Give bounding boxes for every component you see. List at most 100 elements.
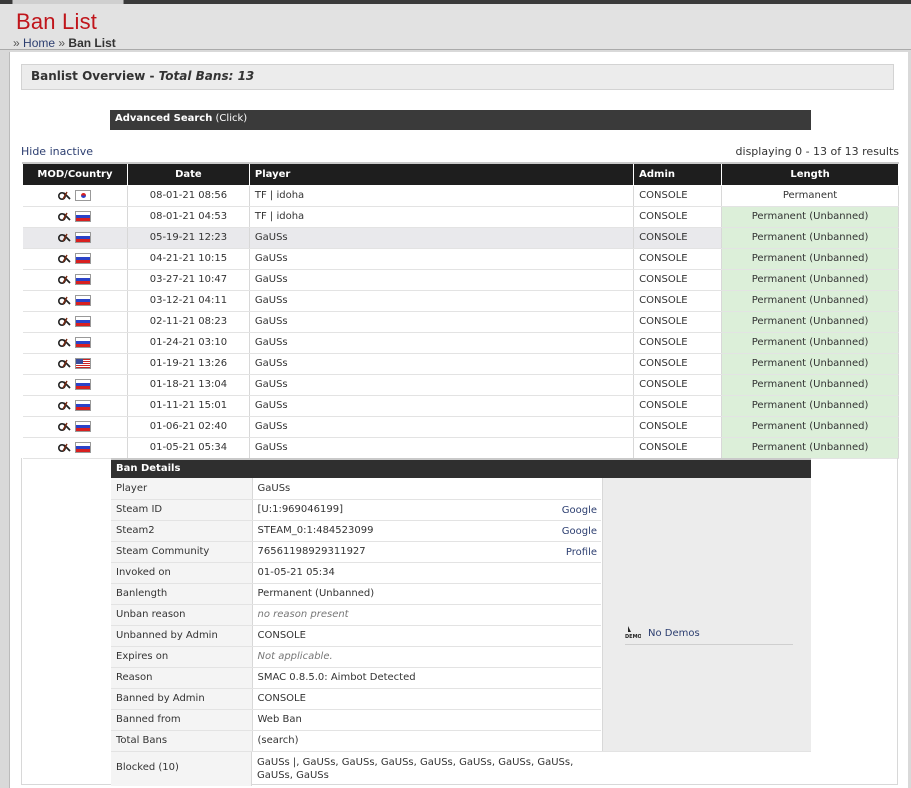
country-flag-icon xyxy=(75,399,92,411)
player-cell: GaUSs xyxy=(249,269,635,291)
length-cell: Permanent (Unbanned) xyxy=(721,395,899,417)
detail-label: Steam Community xyxy=(111,541,253,563)
tf2-mod-icon xyxy=(58,191,71,200)
mod-country-cell xyxy=(22,353,128,375)
length-cell: Permanent (Unbanned) xyxy=(721,332,899,354)
col-length[interactable]: Length xyxy=(721,162,899,186)
detail-value-text: STEAM_0:1:484523099 xyxy=(257,525,374,536)
ban-row[interactable]: 01-19-21 13:26 GaUSs CONSOLE Permanent (Unb… xyxy=(22,353,899,375)
mod-country-cell xyxy=(22,206,128,228)
player-cell: GaUSs xyxy=(249,332,635,354)
ban-row[interactable]: 01-11-21 15:01 GaUSs CONSOLE Permanent (Unb… xyxy=(22,395,899,417)
ban-row[interactable]: 01-05-21 05:34 GaUSs CONSOLE Permanent (Unb… xyxy=(22,437,899,459)
ban-details-panel: Ban Details Player GaUSs Steam ID [U:1:9690… xyxy=(21,458,898,786)
ban-row[interactable]: 03-27-21 10:47 GaUSs CONSOLE Permanent (Unb… xyxy=(22,269,899,291)
detail-row: Steam2 STEAM_0:1:484523099 Google xyxy=(111,520,601,542)
col-mod-country[interactable]: MOD/Country xyxy=(22,162,128,186)
length-cell: Permanent (Unbanned) xyxy=(721,269,899,291)
detail-label: Unbanned by Admin xyxy=(111,625,253,647)
tf2-mod-icon xyxy=(58,254,71,263)
overview-title: Banlist Overview xyxy=(31,69,146,83)
detail-link[interactable]: Google xyxy=(562,505,597,516)
detail-label: Unban reason xyxy=(111,604,253,626)
breadcrumb-separator: » xyxy=(58,36,66,50)
date-cell: 03-12-21 04:11 xyxy=(127,290,250,312)
mod-country-cell xyxy=(22,311,128,333)
tf2-mod-icon xyxy=(58,443,71,452)
detail-row: Invoked on 01-05-21 05:34 xyxy=(111,562,601,584)
mod-country-cell xyxy=(22,227,128,249)
breadcrumb: » Home » Ban List xyxy=(13,36,116,50)
col-date[interactable]: Date xyxy=(126,162,250,186)
ban-row[interactable]: 08-01-21 08:56 TF | idoha CONSOLE Permanent xyxy=(22,185,899,207)
admin-cell: CONSOLE xyxy=(633,416,723,438)
main-content: Banlist Overview - Total Bans: 13 Advanc… xyxy=(9,52,908,788)
ban-row[interactable]: 01-06-21 02:40 GaUSs CONSOLE Permanent (Unb… xyxy=(22,416,899,438)
player-cell: GaUSs xyxy=(249,227,635,249)
detail-label: Banned from xyxy=(111,709,253,731)
hide-inactive-link[interactable]: Hide inactive xyxy=(21,145,93,158)
admin-cell: CONSOLE xyxy=(633,206,723,228)
col-player[interactable]: Player xyxy=(248,162,635,186)
advanced-search-button[interactable]: Advanced Search (Click) xyxy=(110,110,811,130)
ban-row[interactable]: 01-24-21 03:10 GaUSs CONSOLE Permanent (Unb… xyxy=(22,332,899,354)
date-cell: 01-24-21 03:10 xyxy=(127,332,250,354)
ban-row[interactable]: 01-18-21 13:04 GaUSs CONSOLE Permanent (Unb… xyxy=(22,374,899,396)
detail-link[interactable]: Profile xyxy=(566,547,597,558)
mod-country-cell xyxy=(22,290,128,312)
date-cell: 08-01-21 08:56 xyxy=(127,185,250,207)
detail-label: Steam2 xyxy=(111,520,253,542)
detail-value: Permanent (Unbanned) xyxy=(252,583,601,605)
tf2-mod-icon xyxy=(58,212,71,221)
country-flag-icon xyxy=(75,378,92,390)
country-flag-icon xyxy=(75,420,92,432)
detail-value-text: GaUSs xyxy=(257,482,291,494)
length-cell: Permanent (Unbanned) xyxy=(721,374,899,396)
date-cell: 02-11-21 08:23 xyxy=(127,311,250,333)
tf2-mod-icon xyxy=(58,401,71,410)
page-header: Ban List » Home » Ban List xyxy=(0,4,911,50)
overview-total: Total Bans: 13 xyxy=(158,69,255,83)
results-count: displaying 0 - 13 of 13 results xyxy=(735,145,899,158)
mod-country-cell xyxy=(22,374,128,396)
detail-label: Expires on xyxy=(111,646,253,668)
admin-cell: CONSOLE xyxy=(633,269,723,291)
country-flag-icon xyxy=(75,357,92,369)
detail-value: CONSOLE xyxy=(252,625,601,647)
detail-row: Banned from Web Ban xyxy=(111,709,601,731)
ban-row[interactable]: 05-19-21 12:23 GaUSs CONSOLE Permanent (Unb… xyxy=(22,227,899,249)
detail-value-text: Not applicable. xyxy=(257,651,333,662)
breadcrumb-home-link[interactable]: Home xyxy=(23,36,55,50)
col-admin[interactable]: Admin xyxy=(633,162,723,186)
admin-cell: CONSOLE xyxy=(633,185,723,207)
ban-row[interactable]: 04-21-21 10:15 GaUSs CONSOLE Permanent (Unb… xyxy=(22,248,899,270)
detail-row: Player GaUSs xyxy=(111,478,601,500)
admin-cell: CONSOLE xyxy=(633,248,723,270)
detail-link[interactable]: Google xyxy=(562,526,597,537)
date-cell: 01-05-21 05:34 xyxy=(127,437,250,459)
tf2-mod-icon xyxy=(58,338,71,347)
mod-country-cell xyxy=(22,395,128,417)
detail-value: CONSOLE xyxy=(252,688,601,710)
date-cell: 05-19-21 12:23 xyxy=(127,227,250,249)
admin-cell: CONSOLE xyxy=(633,290,723,312)
admin-cell: CONSOLE xyxy=(633,332,723,354)
date-cell: 01-06-21 02:40 xyxy=(127,416,250,438)
ban-details-table: Player GaUSs Steam ID [U:1:969046199] Google… xyxy=(111,478,601,752)
tf2-mod-icon xyxy=(58,422,71,431)
ban-row[interactable]: 08-01-21 04:53 TF | idoha CONSOLE Permanent… xyxy=(22,206,899,228)
detail-row: Expires on Not applicable. xyxy=(111,646,601,668)
detail-label: Reason xyxy=(111,667,253,689)
ban-row[interactable]: 02-11-21 08:23 GaUSs CONSOLE Permanent (Unb… xyxy=(22,311,899,333)
detail-value-text: 76561198929311927 xyxy=(257,546,366,557)
admin-cell: CONSOLE xyxy=(633,374,723,396)
date-cell: 03-27-21 10:47 xyxy=(127,269,250,291)
country-flag-icon xyxy=(75,273,92,285)
ban-row[interactable]: 03-12-21 04:11 GaUSs CONSOLE Permanent (Unb… xyxy=(22,290,899,312)
player-cell: GaUSs xyxy=(249,290,635,312)
player-cell: GaUSs xyxy=(249,395,635,417)
country-flag-icon xyxy=(75,189,92,201)
detail-label: Steam ID xyxy=(111,499,253,521)
player-cell: GaUSs xyxy=(249,416,635,438)
ban-details-title: Ban Details xyxy=(111,458,811,478)
